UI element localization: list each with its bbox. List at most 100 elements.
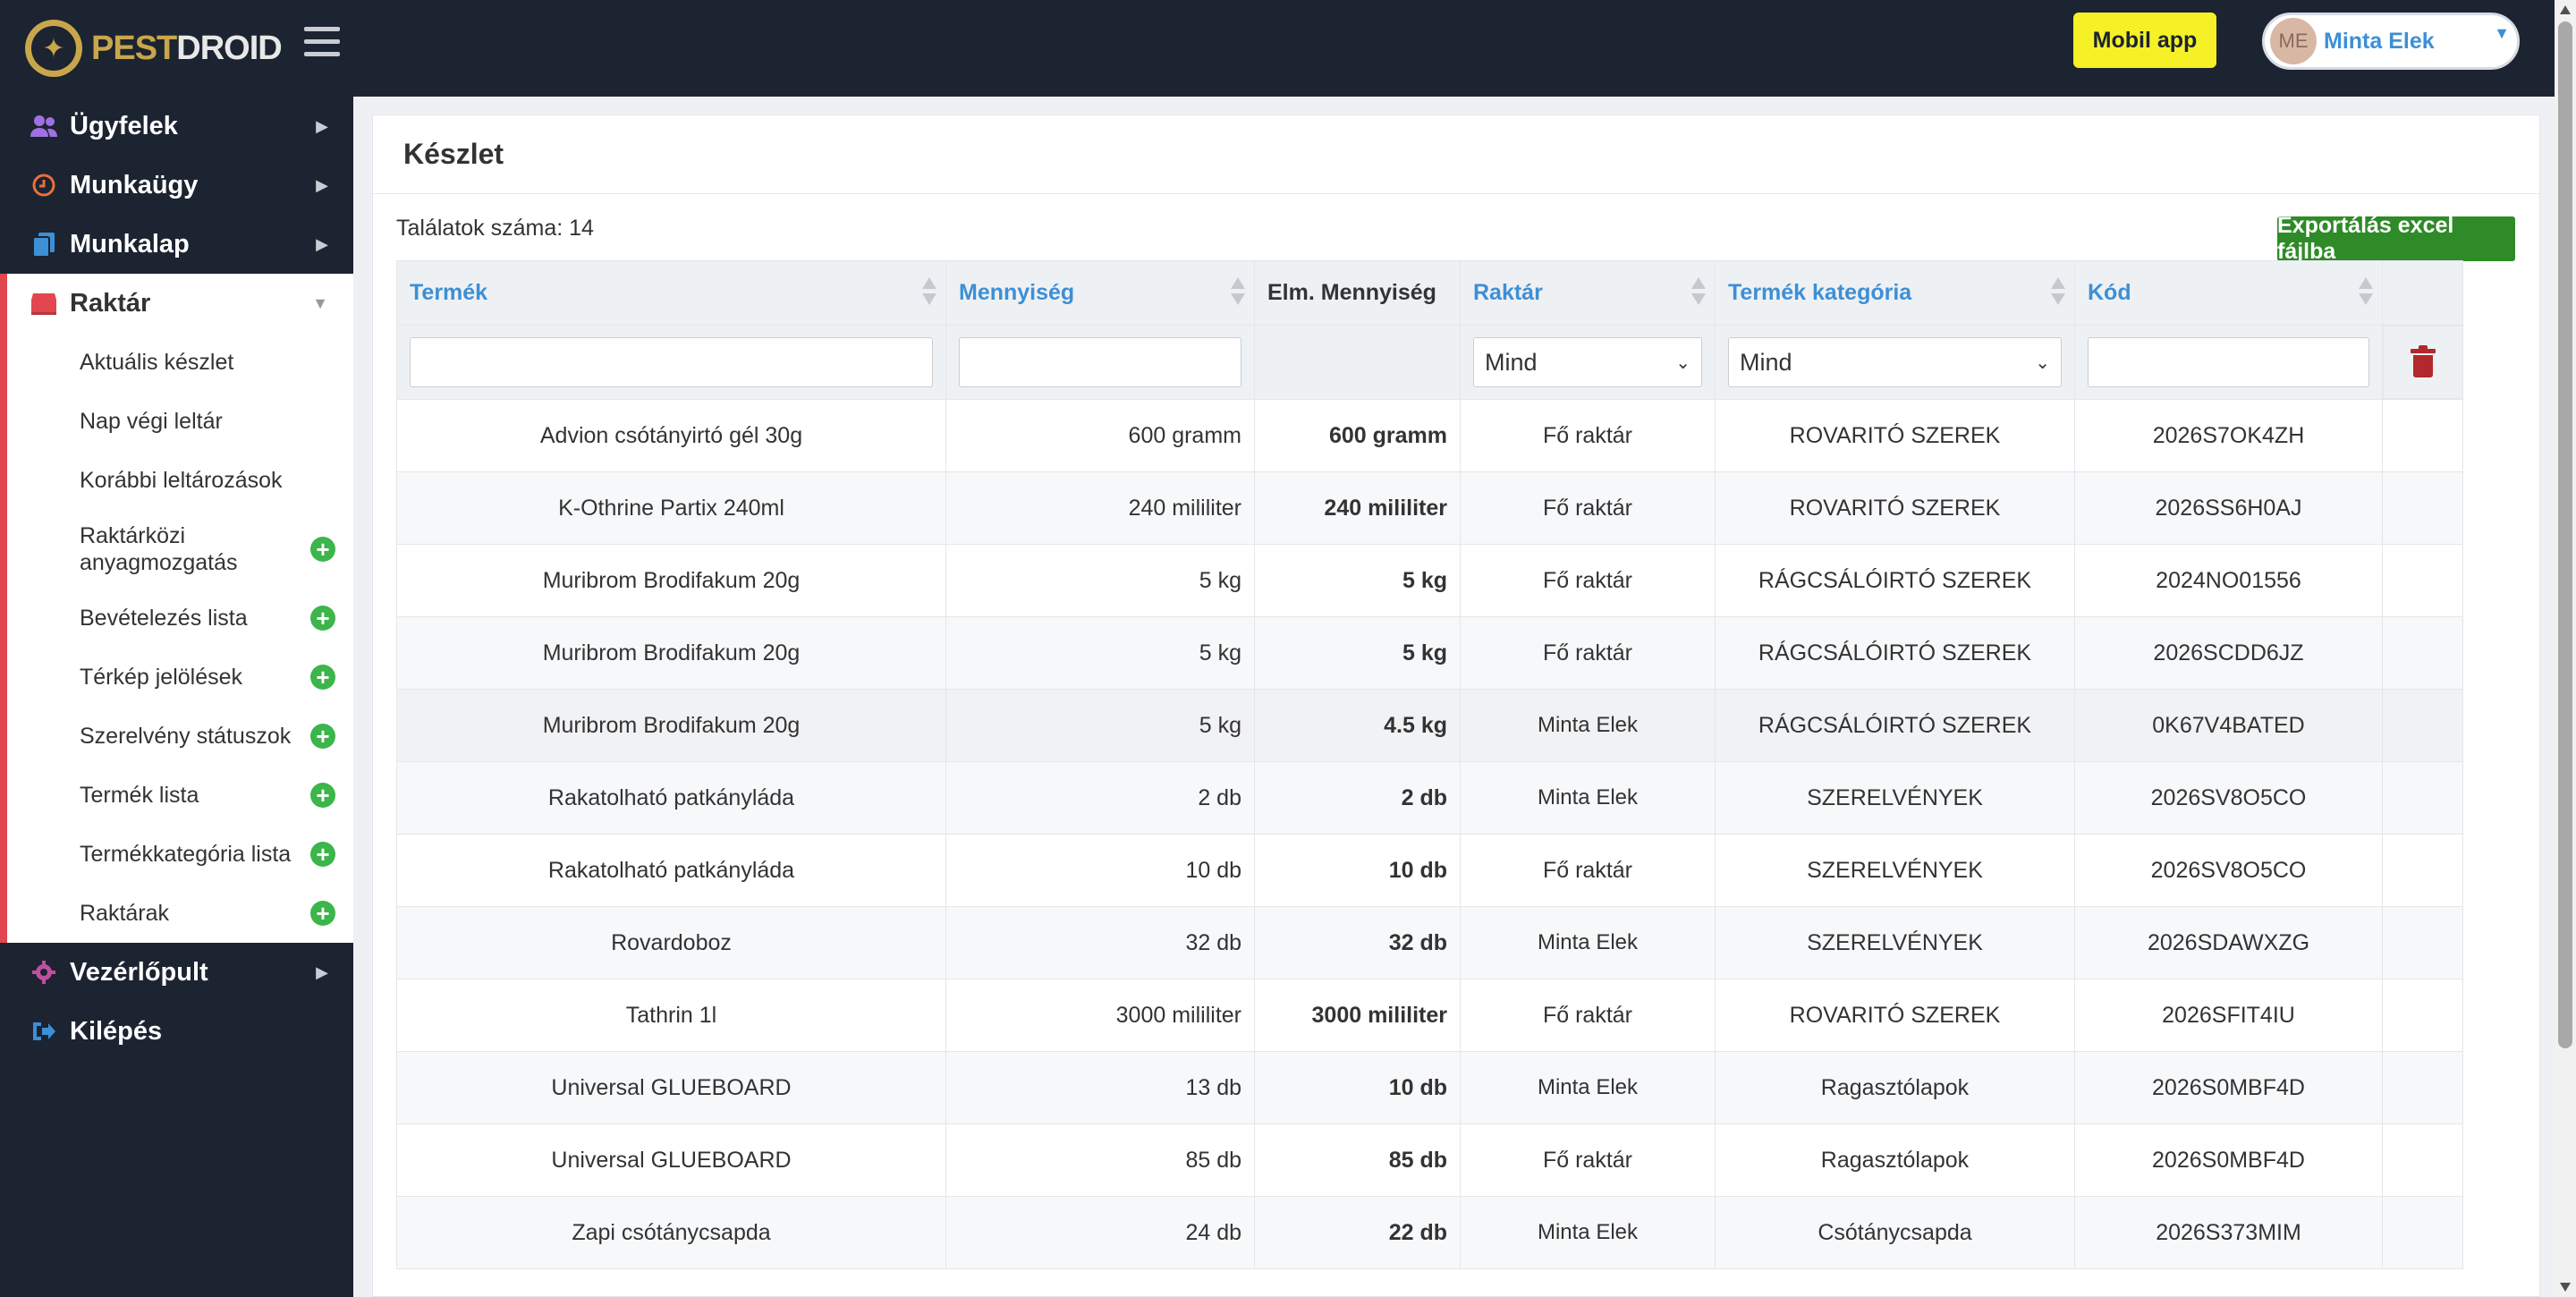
cell-termek: Rovardoboz (396, 906, 946, 979)
scroll-up-icon[interactable] (2560, 5, 2571, 14)
cell-kategoria: ROVARITÓ SZEREK (1715, 979, 2075, 1052)
gear-icon (29, 957, 59, 988)
sort-icon[interactable] (2051, 277, 2065, 309)
add-icon[interactable]: + (310, 783, 335, 808)
sidebar-subitem-aktualis-keszlet[interactable]: Aktuális készlet (7, 333, 353, 392)
sidebar-item-label: Kilépés (70, 1016, 163, 1046)
add-icon[interactable]: + (310, 901, 335, 926)
cell-termek: K-Othrine Partix 240ml (396, 471, 946, 545)
add-icon[interactable]: + (310, 724, 335, 749)
user-menu-button[interactable]: ME Minta Elek ▼ (2262, 13, 2520, 70)
sidebar-item-label: Ügyfelek (70, 111, 178, 140)
table-row[interactable]: Tathrin 1l 3000 mililiter 3000 mililiter Fő… (396, 979, 2463, 1052)
table-row[interactable]: Universal GLUEBOARD 85 db 85 db Fő raktár Ra… (396, 1123, 2463, 1197)
sidebar-subitem-bevetelezes-lista[interactable]: Bevételezés lista + (7, 589, 353, 648)
sidebar-subitem-terkep-jelolesek[interactable]: Térkép jelölések + (7, 648, 353, 707)
page-scrollbar[interactable] (2555, 0, 2576, 1297)
user-name: Minta Elek (2324, 28, 2435, 54)
cell-kod: 2026S0MBF4D (2074, 1123, 2383, 1197)
sidebar-subitem-label: Térkép jelölések (80, 665, 243, 690)
cell-mennyiseg: 13 db (945, 1051, 1255, 1124)
sidebar-subitem-label: Szerelvény státuszok (80, 724, 292, 749)
sidebar-subitem-raktarkozi-anyagmozgatas[interactable]: Raktárközi anyagmozgatás + (7, 510, 353, 589)
cell-kategoria: RÁGCSÁLÓIRTÓ SZEREK (1715, 544, 2075, 617)
column-header-termek-kategoria[interactable]: Termék kategória (1715, 260, 2075, 326)
trash-icon[interactable] (2410, 345, 2436, 377)
sidebar-subitem-label: Termék lista (80, 783, 199, 808)
sidebar-item-ugyfelek[interactable]: Ügyfelek ▶ (0, 97, 353, 156)
cell-actions (2382, 1196, 2463, 1269)
sidebar-subitem-label: Raktárközi anyagmozgatás (80, 523, 238, 575)
export-excel-button[interactable]: Exportálás excel fájlba (2277, 213, 2515, 264)
sidebar-subitem-nap-vegi-leltar[interactable]: Nap végi leltár (7, 392, 353, 451)
cell-kod: 0K67V4BATED (2074, 689, 2383, 762)
table-row[interactable]: K-Othrine Partix 240ml 240 mililiter 240 m… (396, 471, 2463, 545)
cell-elm-mennyiseg: 10 db (1254, 1051, 1461, 1124)
sidebar-item-kilepes[interactable]: Kilépés (0, 1002, 353, 1061)
cell-kod: 2026SDAWXZG (2074, 906, 2383, 979)
stock-card: Készlet Találatok száma: 14 Exportálás e… (372, 114, 2540, 1297)
cell-actions (2382, 689, 2463, 762)
sort-icon[interactable] (1691, 277, 1706, 309)
column-header-kod[interactable]: Kód (2074, 260, 2383, 326)
cell-mennyiseg: 85 db (945, 1123, 1255, 1197)
table-row[interactable]: Rovardoboz 32 db 32 db Minta Elek SZERELVÉNY… (396, 906, 2463, 979)
cell-termek: Tathrin 1l (396, 979, 946, 1052)
sidebar-item-munkalap[interactable]: Munkalap ▶ (0, 215, 353, 274)
filter-raktar-select[interactable]: Mind ⌄ (1473, 337, 1702, 387)
sidebar-subitem-label: Nap végi leltár (80, 409, 223, 434)
table-row[interactable]: Muribrom Brodifakum 20g 5 kg 5 kg Fő raktár… (396, 616, 2463, 690)
column-header-termek[interactable]: Termék (396, 260, 946, 326)
scroll-down-icon[interactable] (2560, 1283, 2571, 1292)
sidebar-subitem-szerelveny-statuszok[interactable]: Szerelvény státuszok + (7, 707, 353, 766)
result-count: Találatok száma: 14 (396, 216, 594, 241)
mobile-app-button[interactable]: Mobil app (2073, 13, 2216, 68)
chevron-right-icon: ▶ (316, 234, 328, 253)
sidebar-item-vezerlopult[interactable]: Vezérlőpult ▶ (0, 943, 353, 1002)
table-row[interactable]: Universal GLUEBOARD 13 db 10 db Minta Elek R… (396, 1051, 2463, 1124)
cell-kategoria: SZERELVÉNYEK (1715, 761, 2075, 835)
column-header-raktar[interactable]: Raktár (1460, 260, 1716, 326)
table-row[interactable]: Advion csótányirtó gél 30g 600 gramm 600 g… (396, 399, 2463, 472)
table-row[interactable]: Muribrom Brodifakum 20g 5 kg 4.5 kg Minta E… (396, 689, 2463, 762)
sidebar-subitem-korabbi-leltarozasok[interactable]: Korábbi leltározások (7, 451, 353, 510)
filter-kod-input[interactable] (2088, 337, 2369, 387)
column-header-mennyiseg[interactable]: Mennyiség (945, 260, 1255, 326)
sidebar: Ügyfelek ▶ Munkaügy ▶ Munkalap ▶ Raktár … (0, 97, 353, 1297)
filter-kategoria-select[interactable]: Mind ⌄ (1728, 337, 2062, 387)
brand-logo[interactable]: ✦ PESTDROID (25, 20, 283, 77)
sort-icon[interactable] (2359, 277, 2373, 309)
table-row[interactable]: Rakatolható patkányláda 2 db 2 db Minta Ele… (396, 761, 2463, 835)
cell-termek: Universal GLUEBOARD (396, 1123, 946, 1197)
cell-mennyiseg: 10 db (945, 834, 1255, 907)
warehouse-icon (29, 288, 59, 318)
cell-raktar: Minta Elek (1460, 761, 1716, 835)
add-icon[interactable]: + (310, 537, 335, 562)
table-row[interactable]: Muribrom Brodifakum 20g 5 kg 5 kg Fő raktár… (396, 544, 2463, 617)
cell-mennyiseg: 3000 mililiter (945, 979, 1255, 1052)
cell-actions (2382, 1123, 2463, 1197)
scroll-thumb[interactable] (2558, 21, 2572, 1048)
add-icon[interactable]: + (310, 842, 335, 867)
sidebar-item-raktar[interactable]: Raktár ▼ (7, 274, 353, 333)
filter-mennyiseg-input[interactable] (959, 337, 1241, 387)
sidebar-subitem-termekkategoria-lista[interactable]: Termékkategória lista + (7, 825, 353, 884)
table-row[interactable]: Zapi csótánycsapda 24 db 22 db Minta Elek Cs… (396, 1196, 2463, 1269)
sort-icon[interactable] (1231, 277, 1245, 309)
cell-termek: Rakatolható patkányláda (396, 761, 946, 835)
sort-icon[interactable] (922, 277, 936, 309)
cell-kategoria: Ragasztólapok (1715, 1051, 2075, 1124)
sidebar-subitem-raktarak[interactable]: Raktárak + (7, 884, 353, 943)
add-icon[interactable]: + (310, 665, 335, 690)
cell-mennyiseg: 600 gramm (945, 399, 1255, 472)
hamburger-menu-icon[interactable] (304, 27, 340, 57)
table-row[interactable]: Rakatolható patkányláda 10 db 10 db Fő rakt… (396, 834, 2463, 907)
sidebar-subitem-label: Bevételezés lista (80, 606, 248, 631)
filter-termek-input[interactable] (410, 337, 933, 387)
sidebar-item-munkaugy[interactable]: Munkaügy ▶ (0, 156, 353, 215)
column-header-elm-mennyiseg: Elm. Mennyiség (1254, 260, 1461, 326)
cell-kategoria: ROVARITÓ SZEREK (1715, 399, 2075, 472)
add-icon[interactable]: + (310, 606, 335, 631)
sidebar-subitem-termek-lista[interactable]: Termék lista + (7, 766, 353, 825)
cell-elm-mennyiseg: 600 gramm (1254, 399, 1461, 472)
